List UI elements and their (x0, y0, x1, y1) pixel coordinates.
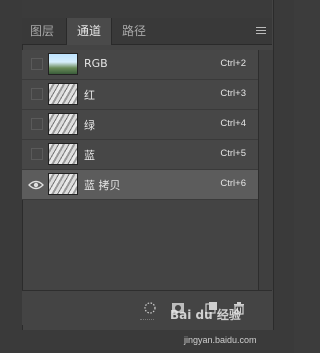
channel-thumbnail (48, 53, 78, 75)
channel-name: 蓝 (84, 149, 95, 162)
baidu-watermark-logo: Bai du 经验 (170, 308, 241, 322)
channel-shortcut: Ctrl+5 (220, 148, 246, 159)
channel-name: 绿 (84, 119, 95, 132)
channel-name: 红 (84, 89, 95, 102)
channel-row[interactable]: 蓝 Ctrl+5 (22, 140, 258, 170)
visibility-toggle[interactable] (31, 88, 43, 100)
tab-channels[interactable]: 通道 (66, 18, 112, 45)
channel-shortcut: Ctrl+3 (220, 88, 246, 99)
visibility-toggle[interactable] (31, 118, 43, 130)
channel-shortcut: Ctrl+2 (220, 58, 246, 69)
tab-layers[interactable]: 图层 (24, 18, 60, 44)
channel-thumbnail (48, 143, 78, 165)
channels-panel-window: 图层 通道 路径 RGB Ctrl+2 红 Ctrl+3 绿 Ctrl+4 蓝 Ctrl+5 蓝… (0, 0, 294, 353)
channel-row[interactable]: 绿 Ctrl+4 (22, 110, 258, 140)
channel-thumbnail (48, 113, 78, 135)
watermark-url: jingyan.baidu.com (184, 335, 257, 345)
panel-top-strip (22, 0, 272, 19)
channel-name: 蓝 拷贝 (84, 179, 121, 192)
tab-paths[interactable]: 路径 (114, 18, 154, 44)
visibility-toggle[interactable] (31, 58, 43, 70)
channel-shortcut: Ctrl+6 (220, 178, 246, 189)
channel-thumbnail (48, 173, 78, 195)
scrollbar[interactable] (258, 50, 273, 290)
channel-list: RGB Ctrl+2 红 Ctrl+3 绿 Ctrl+4 蓝 Ctrl+5 蓝 拷贝 Ctrl+6 (22, 50, 258, 200)
panel-menu-icon[interactable] (256, 27, 266, 36)
channel-row[interactable]: 红 Ctrl+3 (22, 80, 258, 110)
channel-name: RGB (84, 57, 108, 70)
panel-tab-bar: 图层 通道 路径 (22, 18, 272, 45)
channel-shortcut: Ctrl+4 (220, 118, 246, 129)
eye-visibility-icon[interactable] (28, 179, 44, 191)
channel-row[interactable]: 蓝 拷贝 Ctrl+6 (22, 170, 258, 200)
resize-grip[interactable] (140, 319, 154, 324)
channel-row[interactable]: RGB Ctrl+2 (22, 50, 258, 80)
visibility-toggle[interactable] (31, 148, 43, 160)
dotted-circle-selection-icon[interactable] (143, 301, 157, 315)
channel-thumbnail (48, 83, 78, 105)
